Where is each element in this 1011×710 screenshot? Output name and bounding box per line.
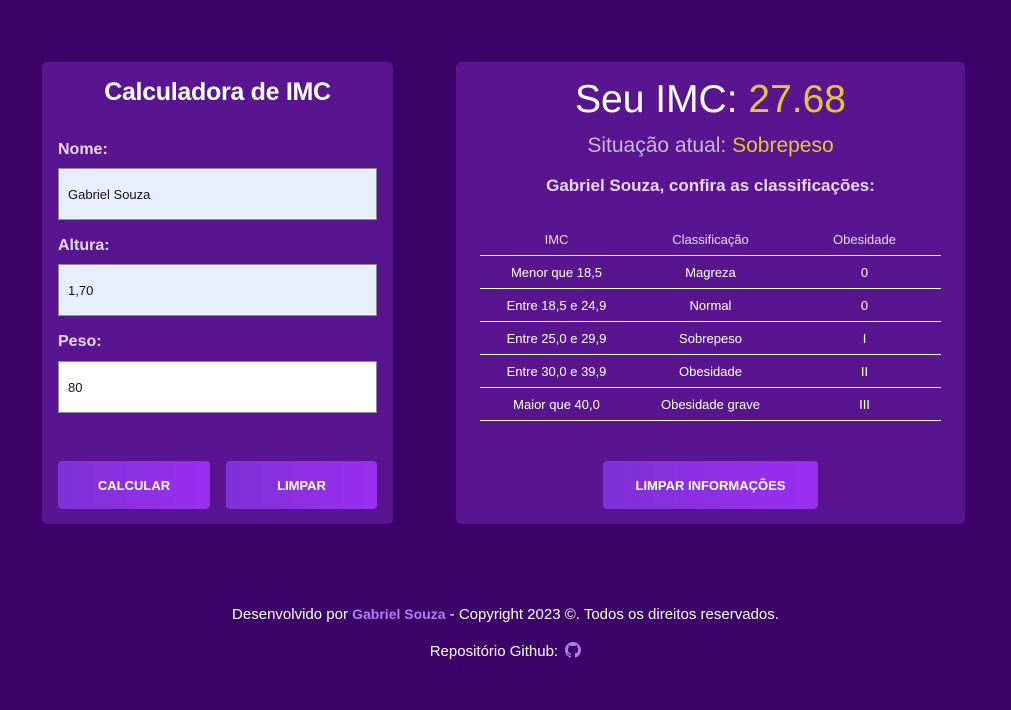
- classification-table: IMC Classificação Obesidade Menor que 18…: [480, 223, 941, 421]
- table-row: Entre 30,0 e 39,9 Obesidade II: [480, 354, 941, 388]
- clear-button[interactable]: LIMPAR: [226, 461, 377, 509]
- table-cell: Obesidade: [633, 354, 788, 388]
- table-header-obesity: Obesidade: [788, 223, 941, 256]
- weight-label: Peso:: [58, 333, 102, 350]
- table-cell: Entre 25,0 e 29,9: [480, 321, 633, 355]
- table-header-row: IMC Classificação Obesidade: [480, 223, 941, 256]
- table-row: Entre 25,0 e 29,9 Sobrepeso I: [480, 321, 941, 355]
- status-line: Situação atual: Sobrepeso: [456, 134, 965, 158]
- footer-copyright: - Copyright 2023 ©. Todos os direitos re…: [445, 606, 779, 623]
- imc-prefix: Seu IMC:: [575, 78, 749, 121]
- clear-info-button[interactable]: LIMPAR INFORMAÇÕES: [603, 461, 818, 509]
- name-input[interactable]: [58, 168, 377, 220]
- status-prefix: Situação atual:: [587, 134, 733, 157]
- name-label: Nome:: [58, 141, 108, 158]
- table-row: Entre 18,5 e 24,9 Normal 0: [480, 288, 941, 322]
- footer-repository: Repositório Github:: [0, 642, 1011, 660]
- table-cell: I: [788, 321, 941, 355]
- footer-credits: Desenvolvido por Gabriel Souza - Copyrig…: [0, 606, 1011, 623]
- result-card: Seu IMC: 27.68 Situação atual: Sobrepeso…: [456, 62, 965, 524]
- table-cell: Normal: [633, 288, 788, 322]
- table-cell: 0: [788, 255, 941, 289]
- table-cell: Maior que 40,0: [480, 387, 633, 421]
- table-cell: Magreza: [633, 255, 788, 289]
- table-header-classification: Classificação: [633, 223, 788, 256]
- height-input[interactable]: [58, 264, 377, 316]
- calculate-button[interactable]: CALCULAR: [58, 461, 210, 509]
- table-cell: 0: [788, 288, 941, 322]
- form-title: Calculadora de IMC: [104, 78, 331, 106]
- author-link[interactable]: Gabriel Souza: [352, 606, 445, 622]
- weight-input[interactable]: [58, 361, 377, 413]
- footer-dev-prefix: Desenvolvido por: [232, 606, 353, 623]
- status-value: Sobrepeso: [732, 134, 834, 157]
- github-icon[interactable]: [565, 642, 582, 658]
- table-row: Menor que 18,5 Magreza 0: [480, 255, 941, 289]
- imc-form-card: Calculadora de IMC Nome: Altura: Peso: C…: [42, 62, 393, 524]
- imc-value: 27.68: [748, 78, 846, 121]
- height-label: Altura:: [58, 237, 110, 254]
- table-header-imc: IMC: [480, 223, 633, 256]
- table-cell: Menor que 18,5: [480, 255, 633, 289]
- table-cell: Entre 30,0 e 39,9: [480, 354, 633, 388]
- table-cell: III: [788, 387, 941, 421]
- table-cell: Obesidade grave: [633, 387, 788, 421]
- table-cell: Sobrepeso: [633, 321, 788, 355]
- table-row: Maior que 40,0 Obesidade grave III: [480, 387, 941, 421]
- imc-result: Seu IMC: 27.68: [456, 78, 965, 122]
- classification-heading: Gabriel Souza, confira as classificações…: [546, 176, 875, 195]
- table-cell: Entre 18,5 e 24,9: [480, 288, 633, 322]
- table-cell: II: [788, 354, 941, 388]
- repo-label: Repositório Github:: [429, 643, 563, 660]
